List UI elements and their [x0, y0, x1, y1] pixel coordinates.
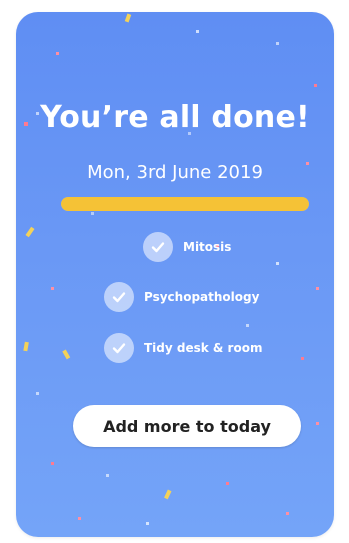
day-progress-fill	[61, 197, 309, 211]
check-icon	[104, 333, 134, 363]
check-icon	[143, 232, 173, 262]
confetti-decoration	[23, 13, 319, 525]
task-label: Tidy desk & room	[144, 341, 263, 355]
task-item-psychopathology[interactable]: Psychopathology	[104, 282, 259, 312]
add-more-button[interactable]: Add more to today	[73, 405, 301, 447]
task-label: Mitosis	[183, 240, 232, 254]
completion-title: You’re all done!	[40, 100, 310, 135]
date-label: Mon, 3rd June 2019	[87, 162, 263, 183]
day-progress-bar	[61, 197, 309, 211]
task-item-mitosis[interactable]: Mitosis	[143, 232, 231, 262]
completion-card: You’re all done! Mon, 3rd June 2019 Mito…	[16, 12, 334, 537]
check-icon	[104, 282, 134, 312]
task-label: Psychopathology	[144, 290, 260, 304]
task-item-tidy-desk[interactable]: Tidy desk & room	[104, 333, 262, 363]
